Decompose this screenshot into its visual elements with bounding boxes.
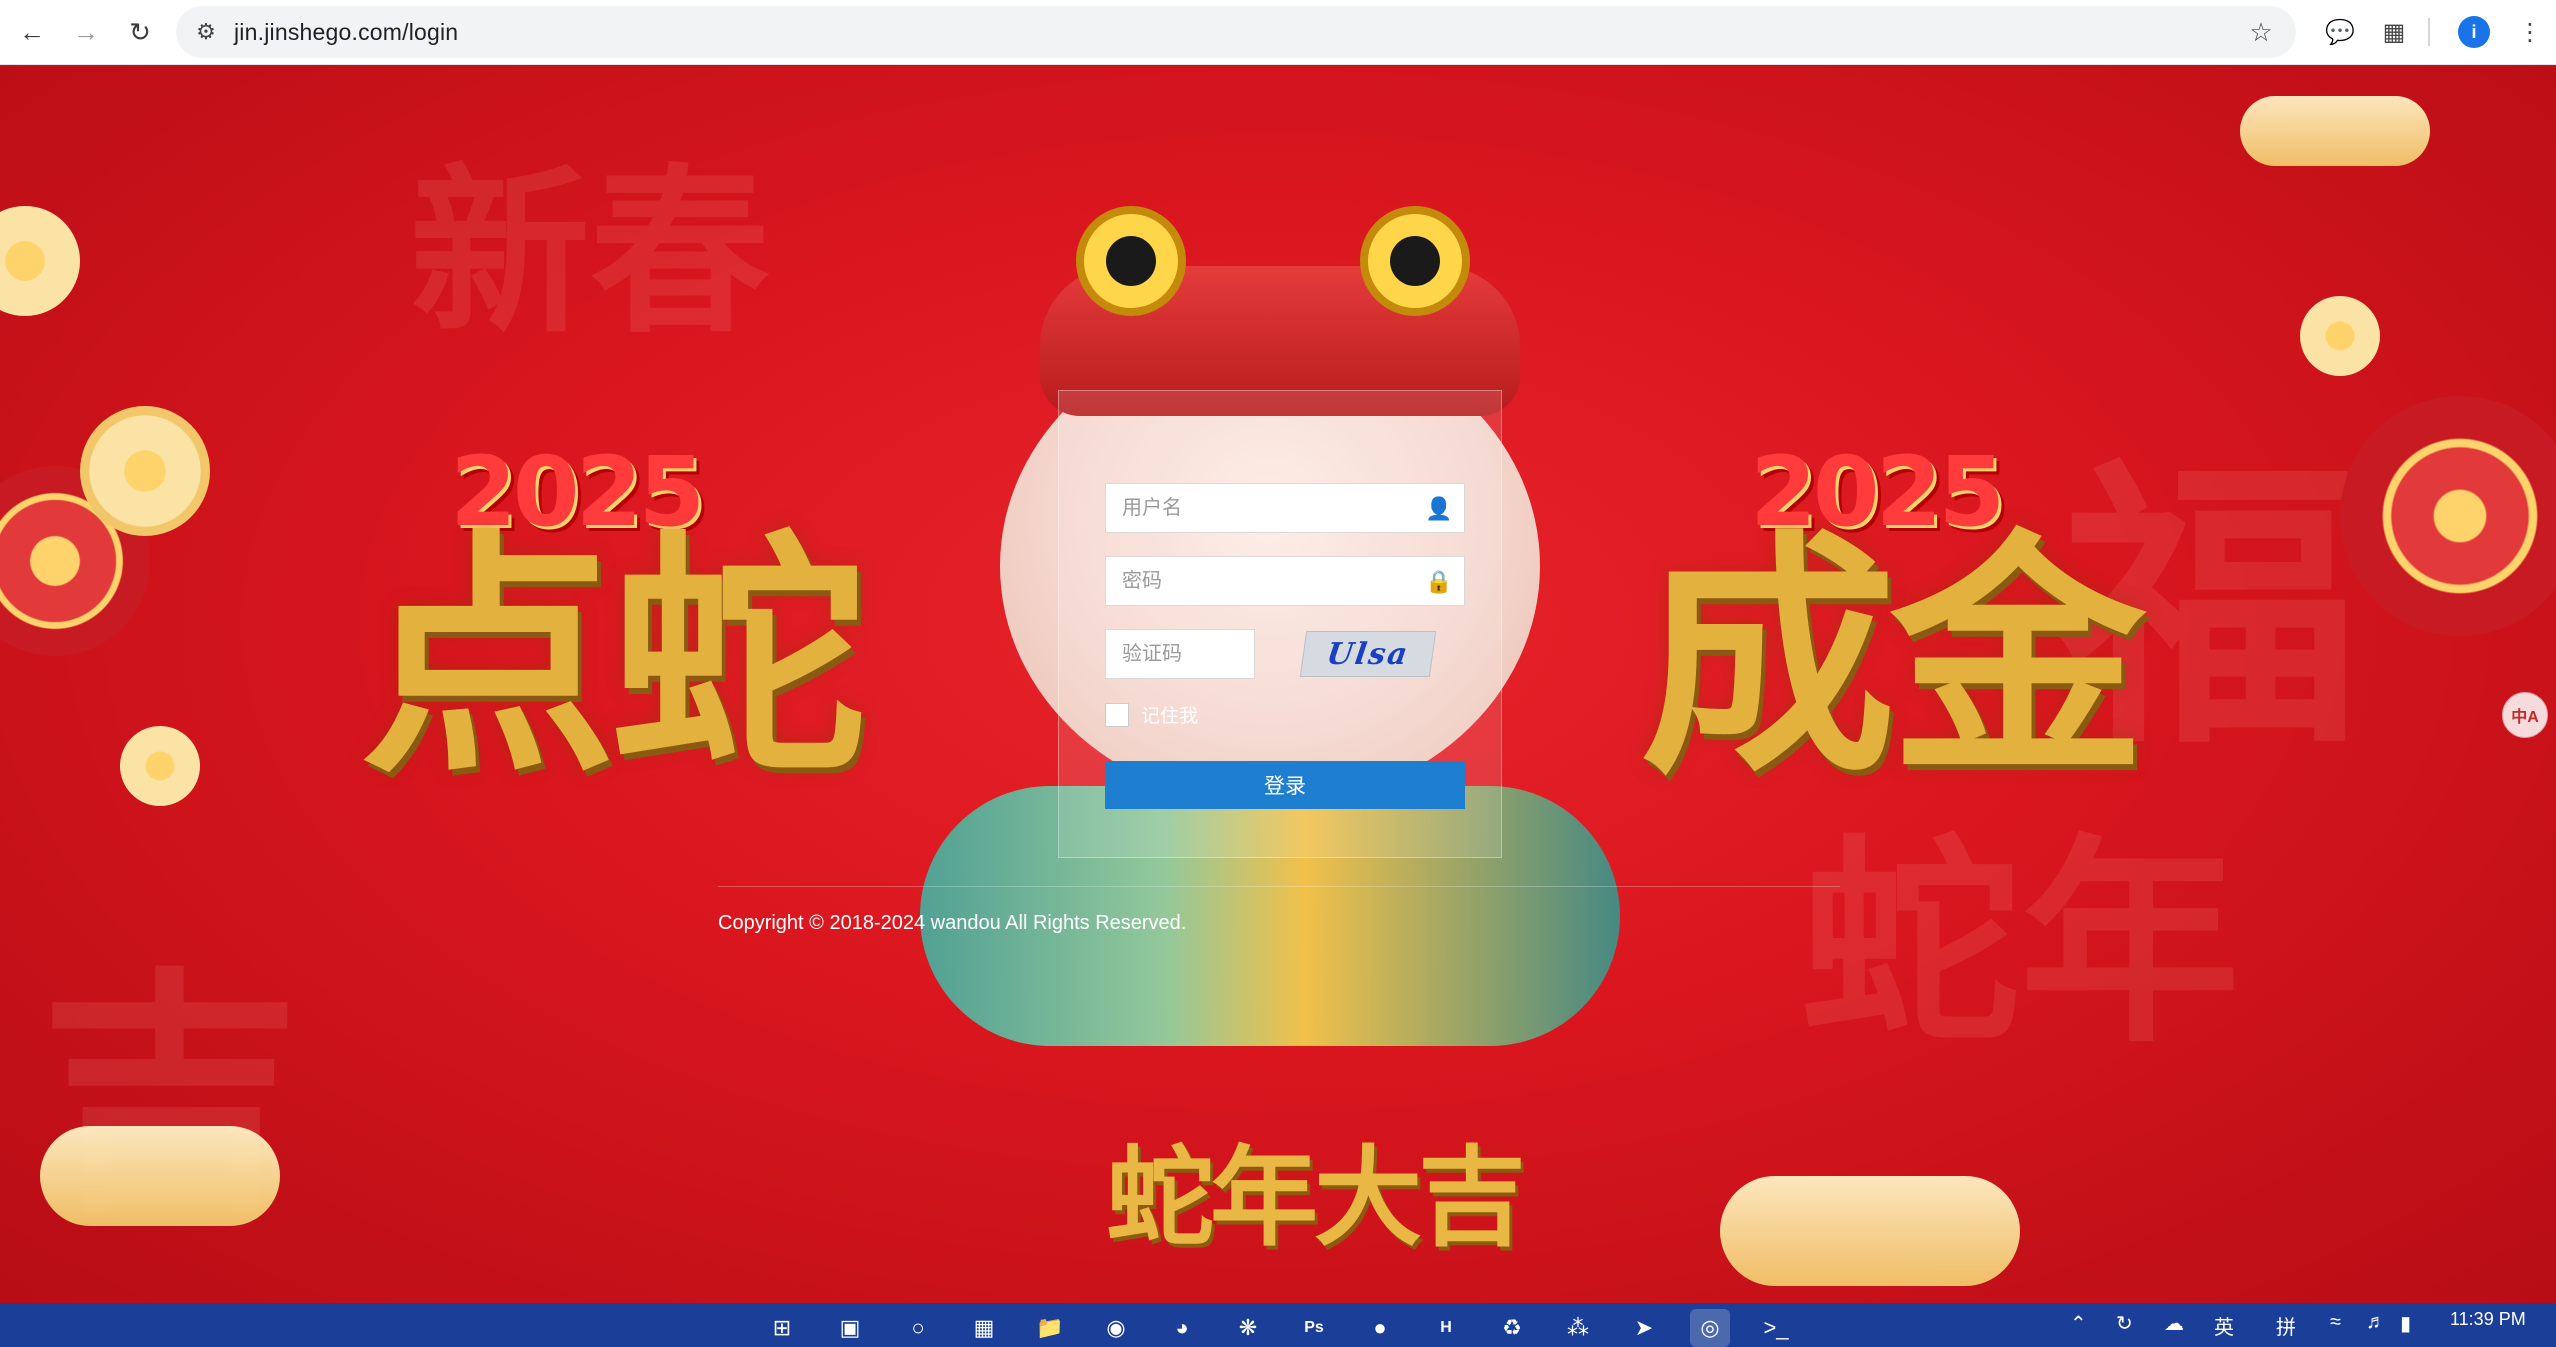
search-app-icon[interactable]: ○	[898, 1309, 938, 1347]
browser-toolbar: ← → ↻ ⚙ jin.jinshego.com/login ☆ 💬 ▦ i ⋮	[0, 0, 2556, 65]
chatgpt-icon[interactable]: ❋	[1228, 1309, 1268, 1347]
chat-icon[interactable]: 💬	[2320, 12, 2360, 52]
wifi-icon[interactable]: ≈	[2330, 1311, 2341, 1334]
background-calligraphy: 蛇年	[1800, 813, 2241, 1072]
address-bar[interactable]: ⚙ jin.jinshego.com/login ☆	[176, 6, 2296, 58]
windows-taskbar: ⊞ ▣ ○ ▦ 📁 ◉ ◕ ❋ Ps ● H ♻ ⁂ ➤ ◎ >_ ⌃ ↻ ☁ …	[0, 1303, 2556, 1347]
captcha-image[interactable]: Ulsa	[1299, 631, 1437, 677]
recycle-app-icon[interactable]: ♻	[1492, 1309, 1532, 1347]
lock-icon: 🔒	[1425, 569, 1453, 594]
username-input[interactable]	[1106, 484, 1464, 532]
volume-icon[interactable]: ♬	[2366, 1311, 2386, 1334]
address-url[interactable]: jin.jinshego.com/login	[234, 19, 458, 46]
profile-avatar-icon[interactable]: i	[2458, 16, 2490, 48]
forward-arrow-icon[interactable]: →	[66, 12, 106, 52]
remember-checkbox[interactable]	[1105, 702, 1129, 727]
file-explorer-icon[interactable]: 📁	[1030, 1309, 1070, 1347]
network-app-icon[interactable]: ⁂	[1558, 1309, 1598, 1347]
taskbar-clock[interactable]: 11:39 PM	[2450, 1309, 2526, 1330]
copyright-text: Copyright © 2018-2024 wandou All Rights …	[718, 912, 1187, 934]
reload-icon[interactable]: ↻	[120, 12, 160, 52]
decorative-cloud	[1720, 1176, 2020, 1286]
captcha-field[interactable]	[1105, 629, 1255, 679]
terminal-icon[interactable]: >_	[1756, 1309, 1796, 1347]
left-slogan: 点蛇	[360, 510, 866, 808]
windows-start-icon[interactable]: ⊞	[762, 1309, 802, 1347]
chrome-icon[interactable]: ◎	[1690, 1309, 1730, 1347]
background-calligraphy: 新春	[410, 147, 771, 358]
decorative-flower	[2300, 296, 2380, 376]
page-viewport: 新春 蛇年 吉 福 2025 2025 点蛇 成金 蛇年大吉 👤 🔒 Ulsa	[0, 66, 2556, 1303]
translate-widget-icon[interactable]: 中A	[2502, 692, 2548, 738]
remember-label[interactable]: 记住我	[1141, 701, 1198, 728]
bookmark-star-icon[interactable]: ☆	[2244, 15, 2278, 49]
wechat-icon[interactable]: ●	[1360, 1309, 1400, 1347]
decorative-cloud	[2240, 96, 2430, 166]
telegram-icon[interactable]: ➤	[1624, 1309, 1664, 1347]
mascot-eye-left	[1076, 206, 1186, 316]
decorative-cloud	[40, 1126, 280, 1226]
remember-me[interactable]: 记住我	[1105, 701, 1198, 728]
mascot-eye-right	[1360, 206, 1470, 316]
user-icon: 👤	[1425, 496, 1453, 521]
decorative-flower	[80, 406, 210, 536]
hbuilder-icon[interactable]: H	[1426, 1309, 1466, 1347]
file-app-icon[interactable]: ▣	[830, 1309, 870, 1347]
right-slogan: 成金	[1640, 510, 2146, 808]
tray-chevron-icon[interactable]: ⌃	[2070, 1311, 2087, 1336]
login-button[interactable]: 登录	[1105, 761, 1465, 809]
tray-cloud-icon[interactable]: ☁	[2164, 1311, 2184, 1336]
remote-desktop-icon[interactable]: ▦	[964, 1309, 1004, 1347]
extensions-icon[interactable]: ▦	[2374, 12, 2414, 52]
decorative-flower	[120, 726, 200, 806]
tray-sync-icon[interactable]: ↻	[2116, 1311, 2133, 1336]
bottom-slogan: 蛇年大吉	[1106, 1136, 1526, 1261]
username-field[interactable]: 👤	[1105, 483, 1465, 533]
edge-browser-icon[interactable]: ◕	[1162, 1309, 1202, 1347]
password-field[interactable]: 🔒	[1105, 556, 1465, 606]
ime-english-label[interactable]: 英	[2214, 1311, 2234, 1340]
decorative-flower	[2340, 396, 2556, 636]
menu-dots-icon[interactable]: ⋮	[2510, 12, 2550, 52]
password-input[interactable]	[1106, 557, 1464, 605]
login-form: 👤 🔒 Ulsa 记住我 登录	[1058, 390, 1502, 858]
toolbar-divider	[2428, 18, 2430, 46]
photoshop-icon[interactable]: Ps	[1294, 1309, 1334, 1347]
battery-icon[interactable]: ▮	[2400, 1311, 2411, 1336]
decorative-flower	[0, 206, 80, 316]
footer-divider	[718, 886, 1840, 887]
back-arrow-icon[interactable]: ←	[12, 12, 52, 52]
ime-pinyin-label[interactable]: 拼	[2276, 1311, 2296, 1340]
github-icon[interactable]: ◉	[1096, 1309, 1136, 1347]
site-settings-icon[interactable]: ⚙	[190, 16, 222, 48]
captcha-input[interactable]	[1106, 630, 1254, 678]
